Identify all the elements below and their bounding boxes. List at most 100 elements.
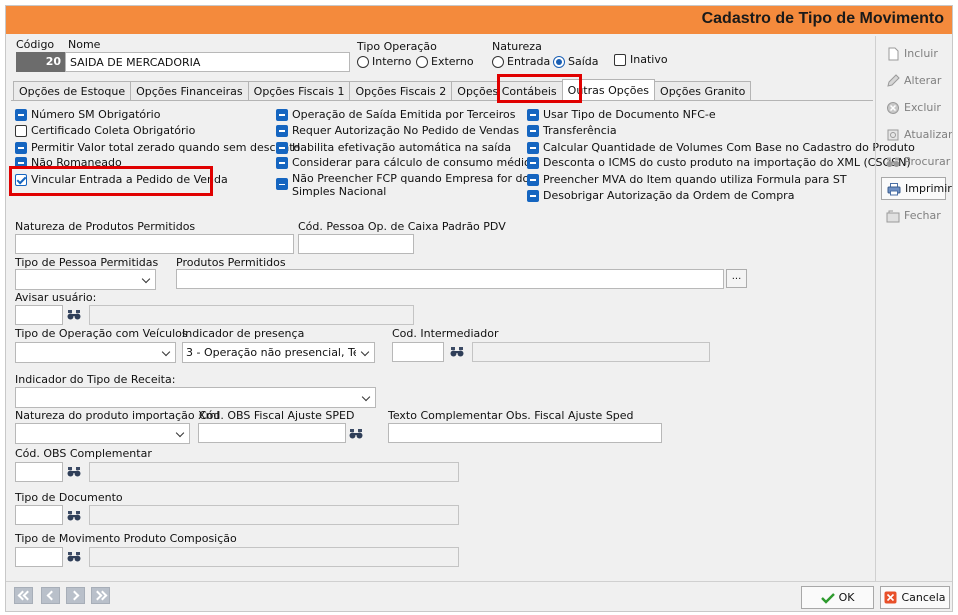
ok-button[interactable]: OK [801,586,874,609]
check-icon [820,592,835,604]
checkbox-transferencia[interactable]: Transferência [527,124,617,137]
indicador-tipo-receita-select[interactable] [15,387,376,408]
checkbox-saida-terceiros[interactable]: Operação de Saída Emitida por Terceiros [276,108,516,121]
next-record-button[interactable] [66,587,85,604]
avisar-usuario-code-input[interactable] [15,305,63,325]
cancela-button[interactable]: Cancela [880,586,950,609]
produtos-permitidos-input[interactable] [176,269,724,289]
texto-complementar-input[interactable] [388,423,662,443]
tipo-mov-composicao-input[interactable] [15,547,63,567]
checkbox-certificado-coleta[interactable]: Certificado Coleta Obrigatório [15,124,195,137]
checkbox-calcular-volumes[interactable]: Calcular Quantidade de Volumes Com Base … [527,141,915,154]
radio-saida-circle [553,55,565,68]
natureza-label: Natureza [492,40,542,53]
tab-opcoes-estoque[interactable]: Opções de Estoque [13,81,132,100]
checkbox-nao-preencher-fcp[interactable]: Não Preencher FCP quando Empresa for do S… [276,172,529,198]
checkbox-consumo-medio-label: Considerar para cálculo de consumo médio [292,156,531,169]
cod-obs-fiscal-label: Cód. OBS Fiscal Ajuste SPED [199,409,355,422]
cod-obs-fiscal-input[interactable] [198,423,346,443]
tipo-pessoa-select[interactable] [15,269,156,290]
tab-opcoes-granito[interactable]: Opções Granito [654,81,752,100]
binoculars-icon[interactable] [450,346,464,357]
checkbox-transferencia-label: Transferência [543,124,617,137]
codigo-field[interactable]: 20 [16,52,66,72]
natureza-produtos-input[interactable] [15,234,294,254]
checkbox-preencher-mva-box [527,173,539,186]
checkbox-numero-sm-label: Número SM Obrigatório [31,108,161,121]
cod-obs-complementar-label: Cód. OBS Complementar [15,447,152,460]
tipo-documento-input[interactable] [15,505,63,525]
checkbox-preencher-mva[interactable]: Preencher MVA do Item quando utiliza For… [527,173,847,186]
tab-opcoes-financeiras[interactable]: Opções Financeiras [130,81,249,100]
tipo-documento-description [89,505,459,525]
inativo-box [614,53,626,66]
excluir-button[interactable]: Excluir [881,96,946,119]
checkbox-certificado-coleta-box [15,124,27,137]
radio-externo-circle [416,55,428,68]
inativo-checkbox[interactable]: Inativo [614,53,668,66]
checkbox-numero-sm-box [15,108,27,121]
chevron-down-icon [159,343,175,362]
last-record-button[interactable] [91,587,110,604]
radio-externo[interactable]: Externo [416,55,474,68]
checkbox-nao-preencher-fcp-label: Não Preencher FCP quando Empresa for do S… [292,172,530,198]
previous-record-button[interactable] [41,587,60,604]
first-record-button[interactable] [14,587,33,604]
checkbox-saida-terceiros-label: Operação de Saída Emitida por Terceiros [292,108,516,121]
binoculars-icon[interactable] [67,551,81,562]
fechar-button[interactable]: Fechar [881,204,946,227]
binoculars-icon[interactable] [349,428,363,439]
indicador-presenca-value: 3 - Operação não presencial, Teleat [186,346,356,359]
checkbox-desconta-icms[interactable]: Desconta o ICMS do custo produto na impo… [527,156,911,169]
checkbox-efetivacao-automatica[interactable]: Habilita efetivação automática na saída [276,141,511,154]
fechar-label: Fechar [904,209,941,222]
radio-interno-circle [357,55,369,68]
atualizar-label: Atualizar [904,128,953,141]
checkbox-requer-autorizacao[interactable]: Requer Autorização No Pedido de Vendas [276,124,519,137]
imprimir-button[interactable]: Imprimir [881,177,952,200]
checkbox-efetivacao-automatica-label: Habilita efetivação automática na saída [292,141,512,154]
nome-value: SAIDA DE MERCADORIA [70,56,201,69]
tipo-documento-label: Tipo de Documento [15,491,123,504]
radio-entrada[interactable]: Entrada [492,55,550,68]
new-document-icon [888,47,899,60]
tab-opcoes-fiscais-2[interactable]: Opções Fiscais 2 [349,81,453,100]
alterar-button[interactable]: Alterar [881,69,946,92]
title-bar: Cadastro de Tipo de Movimento [6,6,952,34]
cod-pessoa-input[interactable] [298,234,414,254]
cod-intermediador-input[interactable] [392,342,444,362]
indicador-presenca-select[interactable]: 3 - Operação não presencial, Teleat [182,342,375,363]
binoculars-icon[interactable] [67,510,81,521]
checkbox-valor-zerado[interactable]: Permitir Valor total zerado quando sem d… [15,141,300,154]
cod-obs-complementar-input[interactable] [15,462,63,482]
incluir-button[interactable]: Incluir [881,42,946,65]
radio-saida[interactable]: Saída [553,55,599,68]
tipo-mov-composicao-label: Tipo de Movimento Produto Composição [15,532,237,545]
tipo-mov-composicao-description [89,547,459,567]
ok-label: OK [838,591,855,604]
close-folder-icon [886,210,900,222]
checkbox-nfce[interactable]: Usar Tipo de Documento NFC-e [527,108,716,121]
binoculars-icon[interactable] [67,309,81,320]
tab-opcoes-fiscais-1[interactable]: Opções Fiscais 1 [247,81,351,100]
checkbox-valor-zerado-label: Permitir Valor total zerado quando sem d… [31,141,301,154]
radio-interno[interactable]: Interno [357,55,411,68]
nome-field[interactable]: SAIDA DE MERCADORIA [65,52,350,72]
procurar-button[interactable]: Procurar [881,150,950,173]
indicador-tipo-receita-label: Indicador do Tipo de Receita: [15,373,176,386]
natureza-importacao-select[interactable] [15,423,190,444]
binoculars-icon[interactable] [67,466,81,477]
tipo-operacao-veiculos-select[interactable] [15,342,176,363]
produtos-permitidos-browse-button[interactable]: ... [726,269,747,288]
checkbox-valor-zerado-box [15,141,27,154]
checkbox-desobrigar-autorizacao[interactable]: Desobrigar Autorização da Ordem de Compr… [527,189,794,202]
alterar-label: Alterar [904,74,942,87]
checkbox-efetivacao-automatica-box [276,141,288,154]
nome-label: Nome [68,38,101,51]
inativo-label: Inativo [630,53,668,66]
checkbox-consumo-medio[interactable]: Considerar para cálculo de consumo médio [276,156,531,169]
cod-obs-complementar-description [89,462,459,482]
window-title: Cadastro de Tipo de Movimento [701,10,944,27]
atualizar-button[interactable]: Atualizar [881,123,952,146]
checkbox-numero-sm[interactable]: Número SM Obrigatório [15,108,160,121]
